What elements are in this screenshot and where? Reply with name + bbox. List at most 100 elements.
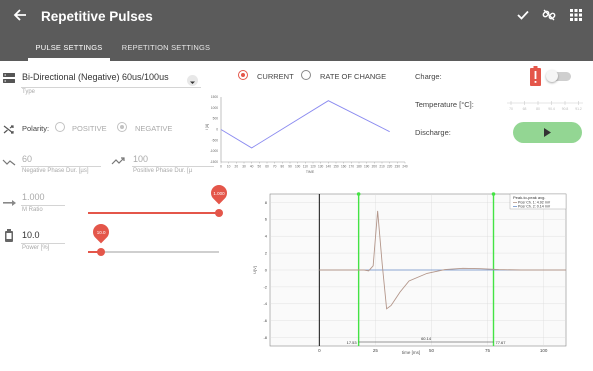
temperature-tick: 68 xyxy=(523,107,527,111)
current-radio[interactable] xyxy=(238,70,248,80)
power-slider-thumb[interactable] xyxy=(97,248,106,256)
waveform-x-tick: 220 xyxy=(387,165,393,169)
discharge-label: Discharge: xyxy=(415,128,451,137)
pulse-type-value[interactable]: Bi-Directional (Negative) 60us/100us xyxy=(22,72,169,82)
arrow-left-icon xyxy=(13,9,26,21)
waveform-y-tick: -1000 xyxy=(210,149,218,153)
waveform-x-tick: 20 xyxy=(235,165,239,169)
discharge-play-button[interactable] xyxy=(513,122,582,143)
chevron-down-icon[interactable] xyxy=(187,75,198,86)
waveform-y-tick: 1500 xyxy=(211,95,218,99)
polarity-negative-label[interactable]: NEGATIVE xyxy=(135,124,172,133)
battery-icon xyxy=(4,229,14,242)
positive-phase-underline xyxy=(132,166,214,167)
negative-phase-input[interactable]: 60 xyxy=(22,154,32,164)
check-icon[interactable] xyxy=(514,8,532,26)
scope-xlabel: time [ms] xyxy=(402,350,420,355)
waveform-x-tick: 210 xyxy=(379,165,385,169)
ratio-arrow-icon xyxy=(3,193,16,206)
waveform-x-tick: 140 xyxy=(326,165,332,169)
tab-bar: PULSE SETTINGS REPETITION SETTINGS xyxy=(0,34,593,61)
waveform-y-tick: 1000 xyxy=(211,106,218,110)
waveform-y-tick: 0 xyxy=(216,128,218,132)
rate-of-change-label[interactable]: RATE OF CHANGE xyxy=(320,72,386,81)
cursor-delta-label: 60.14 xyxy=(421,336,432,341)
waveform-x-tick: 160 xyxy=(341,165,347,169)
waveform-x-tick: 60 xyxy=(265,165,269,169)
waveform-x-tick: 120 xyxy=(310,165,316,169)
play-icon xyxy=(544,128,551,137)
current-label[interactable]: CURRENT xyxy=(257,72,294,81)
polarity-negative-radio[interactable] xyxy=(117,122,127,132)
temperature-tick: 90.4 xyxy=(548,107,555,111)
waveform-x-tick: 130 xyxy=(318,165,324,169)
power-bubble-text: 10.0 xyxy=(96,230,106,235)
waveform-y-tick: -1500 xyxy=(210,160,218,164)
pulse-list-icon xyxy=(3,71,16,84)
waveform-x-tick: 190 xyxy=(364,165,370,169)
scope-ylabel: U[V] xyxy=(252,266,257,274)
negative-phase-caption: Negative Phase Dur. [µs] xyxy=(22,168,89,174)
cursor-left-label: 17.53 xyxy=(347,340,358,345)
positive-phase-input[interactable]: 100 xyxy=(133,154,148,164)
power-input[interactable]: 10.0 xyxy=(22,230,40,240)
negative-phase-icon xyxy=(2,154,16,166)
temperature-tick: 70 xyxy=(509,107,513,111)
tab-pulse-settings[interactable]: PULSE SETTINGS xyxy=(28,34,110,61)
waveform-ylabel: I [A] xyxy=(205,124,209,130)
waveform-x-tick: 90 xyxy=(288,165,292,169)
m-ratio-bubble-text: 1.000 xyxy=(213,191,225,196)
pulse-type-caption: Type xyxy=(22,89,36,95)
m-ratio-input[interactable]: 1.000 xyxy=(22,192,45,202)
cursor-left-handle xyxy=(356,192,361,196)
charge-toggle-knob[interactable] xyxy=(546,70,558,82)
grid-icon[interactable] xyxy=(567,8,585,26)
temperature-scale: 70 68 80 90.4 90.8 91.2 xyxy=(507,101,583,111)
battery-alert-icon xyxy=(530,66,541,86)
waveform-xlabel: TIME xyxy=(306,170,315,174)
positive-phase-icon xyxy=(111,153,125,165)
waveform-chart: I [A] TIME 1500 1000 500 0 -500 -1000 -1500 0 1… xyxy=(205,95,408,174)
tab-repetition-settings[interactable]: REPETITION SETTINGS xyxy=(118,34,214,61)
waveform-x-tick: 70 xyxy=(273,165,277,169)
waveform-y-tick: 500 xyxy=(213,117,219,121)
app-bar: Repetitive Pulses PULSE SETTINGS REPETIT… xyxy=(0,0,593,61)
negative-phase-underline xyxy=(21,166,101,167)
scope-legend-item-2: Pos/ Ch. 2: 0.14 mV xyxy=(518,205,551,209)
waveform-x-tick: 100 xyxy=(295,165,301,169)
polarity-positive-radio[interactable] xyxy=(55,122,65,132)
m-ratio-slider-thumb[interactable] xyxy=(215,209,223,217)
temperature-tick: 90.8 xyxy=(562,107,569,111)
temperature-tick: 80 xyxy=(536,107,540,111)
polarity-positive-label[interactable]: POSITIVE xyxy=(72,124,107,133)
temperature-label: Temperature [°C]: xyxy=(415,100,474,109)
scope-x-tick: 50 xyxy=(429,348,435,353)
waveform-x-tick: 30 xyxy=(242,165,246,169)
pulse-type-underline xyxy=(21,87,201,88)
scope-legend-title: Peak-to-peak avg. xyxy=(513,195,545,200)
waveform-x-tick: 230 xyxy=(395,165,401,169)
oscilloscope-chart: 86420-2-4-6-8 0 25 50 75 100 U[V] time [ms] … xyxy=(248,188,572,356)
cursor-right-handle xyxy=(491,192,496,196)
waveform-y-tick: -500 xyxy=(212,138,219,142)
waveform-x-tick: 80 xyxy=(281,165,285,169)
waveform-x-tick: 110 xyxy=(303,165,308,169)
power-slider[interactable] xyxy=(88,251,219,253)
rate-of-change-radio[interactable] xyxy=(301,70,311,80)
link-off-icon[interactable] xyxy=(540,8,558,26)
waveform-x-tick: 10 xyxy=(227,165,231,169)
waveform-x-tick: 50 xyxy=(258,165,262,169)
m-ratio-underline xyxy=(21,205,65,206)
power-underline xyxy=(21,243,65,244)
waveform-x-tick: 240 xyxy=(402,165,408,169)
arrow-left-icon[interactable] xyxy=(10,8,30,28)
m-ratio-caption: M Ratio xyxy=(22,207,43,213)
scope-x-tick: 100 xyxy=(540,348,548,353)
waveform-x-tick: 180 xyxy=(356,165,362,169)
waveform-x-tick: 40 xyxy=(250,165,254,169)
waveform-x-tick: 200 xyxy=(372,165,378,169)
scope-x-tick: 25 xyxy=(373,348,379,353)
waveform-series-line xyxy=(220,100,390,149)
page-title: Repetitive Pulses xyxy=(41,9,153,24)
scope-x-tick: 75 xyxy=(485,348,491,353)
